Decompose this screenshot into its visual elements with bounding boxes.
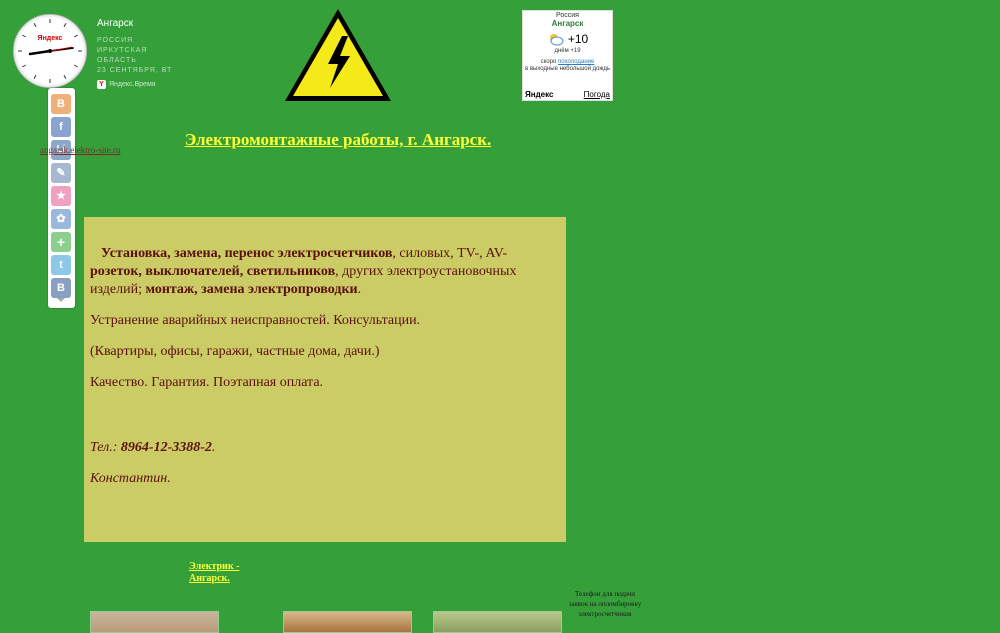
services-paragraph: Установка, замена, перенос электросчетчи… bbox=[90, 246, 517, 297]
weather-city: Ангарск bbox=[551, 19, 584, 28]
site-link[interactable]: angarsk.elektro-site.ru bbox=[40, 145, 120, 155]
photo-thumbnail[interactable] bbox=[90, 611, 219, 633]
weather-link[interactable]: Погода bbox=[584, 90, 610, 99]
weather-temp: +10 bbox=[567, 32, 589, 46]
phone-note: Телефон для подачи заявок на опломбировк… bbox=[568, 590, 642, 618]
photo-thumbnail[interactable] bbox=[283, 611, 412, 633]
quality-text: Качество. Гарантия. Поэтапная оплата. bbox=[90, 375, 324, 390]
twitter-icon[interactable]: t bbox=[51, 255, 71, 275]
clock-region: РОССИЯ ИРКУТСКАЯ ОБЛАСТЬ 23 СЕНТЯБРЯ, ВТ bbox=[97, 37, 173, 74]
weather-widget[interactable]: Россия Ангарск +10 днём +19 скоро похоло… bbox=[522, 10, 613, 101]
add-icon[interactable]: + bbox=[51, 232, 71, 252]
favorites-icon[interactable]: ★ bbox=[51, 186, 71, 206]
livejournal-icon[interactable]: ✎ bbox=[51, 163, 71, 183]
weather-brand: Яндекс bbox=[525, 90, 554, 99]
facebook-icon[interactable]: f bbox=[51, 117, 71, 137]
settings-icon[interactable]: ✿ bbox=[51, 209, 71, 229]
phone-number: 8964-12-3388-2 bbox=[120, 440, 212, 455]
repairs-text: Устранение аварийных неисправностей. Кон… bbox=[90, 313, 421, 328]
yandex-icon: Y bbox=[97, 80, 106, 89]
services-block: Установка, замена, перенос электросчетчи… bbox=[84, 217, 566, 542]
blogger-icon[interactable]: B bbox=[51, 94, 71, 114]
clock-service-link[interactable]: Y Яндекс.Время bbox=[97, 80, 156, 89]
weather-cooling-link[interactable]: похолодание bbox=[558, 59, 594, 65]
partly-cloudy-icon bbox=[549, 34, 564, 46]
contact-name: Константин. bbox=[90, 471, 171, 486]
clock-brand-text: Яндекс bbox=[38, 35, 63, 42]
objects-text: (Квартиры, офисы, гаражи, частные дома, … bbox=[90, 344, 380, 359]
phone-line: Тел.: 8964-12-3388-2. bbox=[90, 440, 216, 455]
photo-thumbnail[interactable] bbox=[433, 611, 562, 633]
high-voltage-warning-icon bbox=[285, 9, 391, 101]
chevron-down-icon[interactable] bbox=[57, 298, 65, 302]
vkontakte-icon[interactable]: B bbox=[51, 278, 71, 298]
electric-link[interactable]: Электрик - Ангарск. bbox=[189, 561, 259, 585]
clock-city: Ангарск bbox=[97, 18, 134, 29]
weather-forecast-note: скоро похолодание в выходные небольшой д… bbox=[524, 59, 611, 72]
weather-day-temp: днём +19 bbox=[554, 48, 581, 54]
page-title[interactable]: Электромонтажные работы, г. Ангарск. bbox=[180, 128, 496, 151]
share-panel: B f Li ✎ ★ ✿ + t B bbox=[48, 88, 75, 308]
clock-face: Яндекс bbox=[13, 14, 87, 88]
clock-icon: Яндекс bbox=[18, 19, 82, 83]
weather-country: Россия bbox=[556, 12, 579, 19]
